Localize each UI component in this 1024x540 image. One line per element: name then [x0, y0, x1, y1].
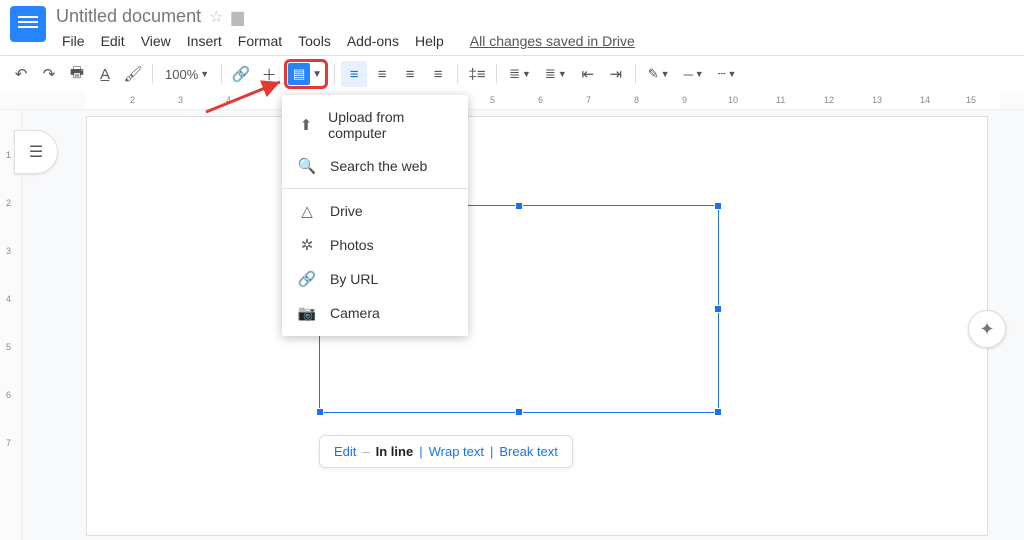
menu-view[interactable]: View	[135, 31, 177, 51]
image-icon: ▤	[288, 63, 310, 85]
menu-help[interactable]: Help	[409, 31, 450, 51]
increase-indent-button[interactable]: ⇥	[603, 61, 629, 87]
menu-photos[interactable]: ✲ Photos	[282, 228, 468, 262]
explore-button[interactable]: ✦	[968, 310, 1006, 348]
menu-insert[interactable]: Insert	[181, 31, 228, 51]
menu-edit[interactable]: Edit	[95, 31, 131, 51]
link-icon: 🔗	[298, 270, 316, 288]
zoom-select[interactable]: 100%▼	[159, 61, 215, 87]
vertical-ruler[interactable]: 123 456 7	[0, 110, 22, 540]
star-icon[interactable]: ☆	[209, 7, 223, 27]
redo-button[interactable]: ↷	[36, 61, 62, 87]
menu-camera[interactable]: 📷 Camera	[282, 296, 468, 330]
toolbar: ↶ ↷ 🖶 A̲ 🖌 100%▼ 🔗 ＋ ▤ ▼ ≡ ≡ ≡ ≡ ‡≡ ≣▼ ≣…	[0, 56, 1024, 92]
spellcheck-button[interactable]: A̲	[92, 61, 118, 87]
menu-separator	[282, 188, 468, 189]
border-color-button[interactable]: ✎▼	[642, 61, 676, 87]
menu-upload-from-computer[interactable]: ⬆ Upload from computer	[282, 101, 468, 149]
inline-option[interactable]: In line	[376, 444, 414, 459]
resize-handle[interactable]	[714, 305, 722, 313]
search-icon: 🔍	[298, 157, 316, 175]
bulleted-list-button[interactable]: ≣▼	[539, 61, 573, 87]
menu-addons[interactable]: Add-ons	[341, 31, 405, 51]
drive-icon: △	[298, 202, 316, 220]
menu-search-the-web[interactable]: 🔍 Search the web	[282, 149, 468, 183]
numbered-list-button[interactable]: ≣▼	[503, 61, 537, 87]
align-left-button[interactable]: ≡	[341, 61, 367, 87]
chevron-down-icon: ▼	[310, 69, 324, 80]
docs-logo[interactable]	[10, 6, 46, 42]
folder-icon[interactable]: ▆	[231, 7, 243, 27]
menu-drive[interactable]: △ Drive	[282, 194, 468, 228]
align-justify-button[interactable]: ≡	[425, 61, 451, 87]
add-comment-button[interactable]: ＋	[256, 61, 282, 87]
upload-icon: ⬆	[298, 116, 314, 134]
page[interactable]: Edit – In line | Wrap text | Break text	[86, 116, 988, 536]
decrease-indent-button[interactable]: ⇤	[575, 61, 601, 87]
align-right-button[interactable]: ≡	[397, 61, 423, 87]
resize-handle[interactable]	[714, 408, 722, 416]
menu-format[interactable]: Format	[232, 31, 288, 51]
paint-format-button[interactable]: 🖌	[120, 61, 146, 87]
save-status[interactable]: All changes saved in Drive	[464, 31, 641, 51]
resize-handle[interactable]	[714, 202, 722, 210]
edit-image-link[interactable]: Edit	[334, 444, 356, 459]
insert-link-button[interactable]: 🔗	[228, 61, 254, 87]
align-center-button[interactable]: ≡	[369, 61, 395, 87]
resize-handle[interactable]	[515, 202, 523, 210]
resize-handle[interactable]	[316, 408, 324, 416]
image-options-toolbar: Edit – In line | Wrap text | Break text	[319, 435, 573, 468]
line-spacing-button[interactable]: ‡≡	[464, 61, 490, 87]
photos-icon: ✲	[298, 236, 316, 254]
undo-button[interactable]: ↶	[8, 61, 34, 87]
horizontal-ruler[interactable]: 234 567 8910 111213 1415	[0, 92, 1024, 110]
menu-file[interactable]: File	[56, 31, 91, 51]
insert-image-menu: ⬆ Upload from computer 🔍 Search the web …	[282, 95, 468, 336]
menu-bar: File Edit View Insert Format Tools Add-o…	[56, 31, 641, 51]
insert-image-button[interactable]: ▤ ▼	[284, 59, 328, 89]
camera-icon: 📷	[298, 304, 316, 322]
outline-toggle-button[interactable]: ☰	[14, 130, 58, 174]
menu-by-url[interactable]: 🔗 By URL	[282, 262, 468, 296]
border-weight-button[interactable]: ─▼	[678, 61, 710, 87]
resize-handle[interactable]	[515, 408, 523, 416]
wrap-text-option[interactable]: Wrap text	[429, 444, 484, 459]
print-button[interactable]: 🖶	[64, 61, 90, 87]
workspace: 123 456 7 Edit – In line | Wrap text | B…	[0, 110, 1024, 540]
menu-tools[interactable]: Tools	[292, 31, 337, 51]
border-dash-button[interactable]: ┄▼	[712, 61, 743, 87]
break-text-option[interactable]: Break text	[499, 444, 558, 459]
doc-title[interactable]: Untitled document	[56, 6, 201, 27]
